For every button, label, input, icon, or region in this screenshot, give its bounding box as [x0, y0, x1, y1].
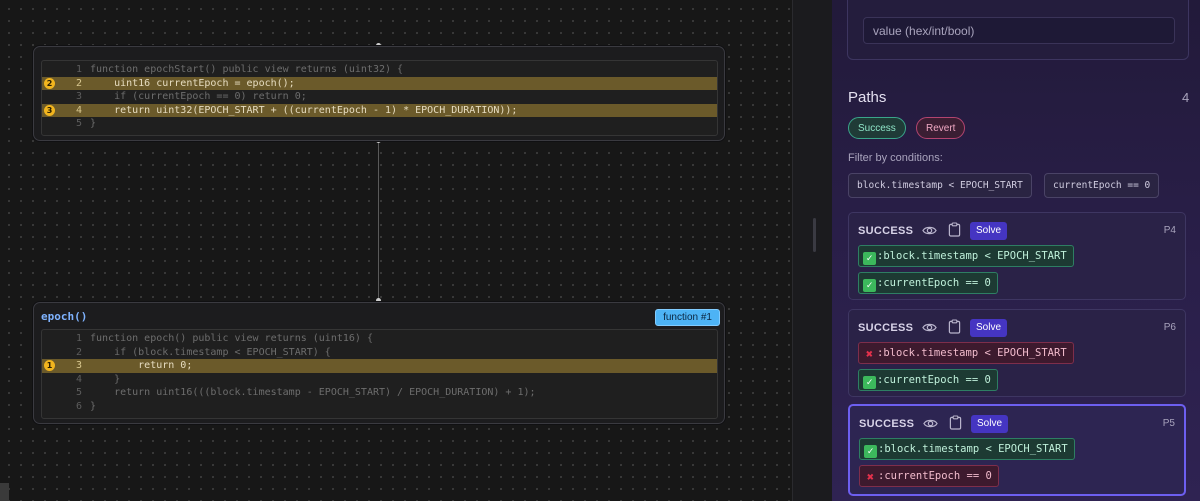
- path-id: P5: [1162, 418, 1175, 429]
- eye-icon[interactable]: [922, 223, 937, 238]
- condition-text: :currentEpoch == 0: [877, 374, 991, 386]
- step-marker: 3: [44, 104, 55, 116]
- code-text: return uint32(EPOCH_START + ((currentEpo…: [90, 104, 518, 116]
- paths-title: Paths: [848, 89, 887, 106]
- function-node-epoch[interactable]: epoch() function #1 1 function epoch() pu…: [33, 302, 725, 424]
- code-line: 4 }: [42, 373, 717, 387]
- step-marker: 1: [44, 360, 55, 371]
- line-number: 5: [75, 387, 82, 398]
- code-line: 6}: [42, 400, 717, 414]
- condition-text: :currentEpoch == 0: [878, 470, 992, 482]
- path-card-p6[interactable]: SUCCESS Solve P6 ✖:block.timestamp < EPOCH_…: [848, 309, 1186, 397]
- code-line: 5 return uint16(((block.timestamp - EPOC…: [42, 386, 717, 400]
- code-text: }: [90, 400, 97, 412]
- path-status: SUCCESS: [859, 418, 915, 430]
- solve-button[interactable]: Solve: [971, 415, 1009, 433]
- path-card-p5[interactable]: SUCCESS Solve P5 ✓:block.timestamp < EPOCH_…: [848, 404, 1186, 496]
- code-text: return 0;: [90, 360, 193, 371]
- code-text: return uint16(((block.timestamp - EPOCH_…: [90, 387, 536, 398]
- flow-canvas[interactable]: 1 function epochStart() public view retur…: [0, 0, 792, 501]
- revert-toggle[interactable]: Revert: [916, 117, 966, 139]
- condition-pass: ✓:block.timestamp < EPOCH_START: [858, 245, 1074, 267]
- condition-text: :block.timestamp < EPOCH_START: [877, 347, 1067, 359]
- code-line-highlighted: 34 return uint32(EPOCH_START + ((current…: [42, 103, 717, 117]
- check-icon: ✓: [863, 376, 876, 389]
- code-line: 5}: [42, 117, 717, 131]
- condition-text: :block.timestamp < EPOCH_START: [878, 443, 1068, 455]
- code-text: if (block.timestamp < EPOCH_START) {: [90, 346, 331, 358]
- check-icon: ✓: [863, 252, 876, 265]
- line-number: 1: [75, 333, 82, 344]
- code-line: 2 if (block.timestamp < EPOCH_START) {: [42, 346, 717, 360]
- code-line: 1 function epoch() public view returns (u…: [42, 332, 717, 346]
- line-number: 6: [75, 400, 82, 412]
- resize-handle[interactable]: [813, 218, 816, 252]
- code-text: }: [90, 118, 97, 129]
- solve-button[interactable]: Solve: [970, 319, 1008, 337]
- code-line-highlighted: 13 return 0;: [42, 359, 717, 373]
- clipboard-icon[interactable]: [948, 319, 961, 334]
- code-text: }: [90, 373, 121, 385]
- value-input[interactable]: value (hex/int/bool): [863, 17, 1175, 44]
- filter-chip-timestamp[interactable]: block.timestamp < EPOCH_START: [848, 173, 1032, 198]
- line-number: 1: [75, 64, 82, 75]
- line-number: 4: [75, 373, 82, 385]
- condition-pass: ✓:block.timestamp < EPOCH_START: [859, 438, 1075, 460]
- node-title: epoch(): [41, 310, 88, 323]
- path-status: SUCCESS: [858, 225, 914, 237]
- code-text: function epochStart() public view return…: [90, 64, 404, 75]
- flow-edge: [378, 140, 379, 301]
- canvas-corner: [0, 483, 9, 501]
- code-line: 3 if (currentEpoch == 0) return 0;: [42, 90, 717, 104]
- parameter-card: value (hex/int/bool): [847, 0, 1189, 60]
- code-block: 1 function epoch() public view returns (u…: [41, 329, 718, 419]
- condition-pass: ✓:currentEpoch == 0: [858, 272, 998, 294]
- path-id: P4: [1163, 225, 1176, 236]
- clipboard-icon[interactable]: [948, 222, 961, 237]
- code-line-highlighted: 22 uint16 currentEpoch = epoch();: [42, 76, 717, 90]
- eye-icon[interactable]: [922, 320, 937, 335]
- eye-icon[interactable]: [923, 416, 938, 431]
- filter-label: Filter by conditions:: [848, 152, 943, 164]
- code-text: if (currentEpoch == 0) return 0;: [90, 91, 307, 102]
- function-badge: function #1: [655, 309, 720, 326]
- condition-text: :block.timestamp < EPOCH_START: [877, 250, 1067, 262]
- paths-panel: value (hex/int/bool) Paths 4 Success Rev…: [832, 0, 1200, 501]
- condition-fail: ✖:block.timestamp < EPOCH_START: [858, 342, 1074, 364]
- clipboard-icon[interactable]: [949, 415, 962, 430]
- check-icon: ✓: [864, 445, 877, 458]
- line-number: 5: [75, 118, 82, 129]
- code-text: function epoch() public view returns (ui…: [90, 333, 373, 344]
- filter-chip-current-epoch[interactable]: currentEpoch == 0: [1044, 173, 1160, 198]
- condition-fail: ✖:currentEpoch == 0: [859, 465, 999, 487]
- check-icon: ✓: [863, 279, 876, 292]
- paths-count: 4: [1182, 90, 1190, 105]
- path-status: SUCCESS: [858, 322, 914, 334]
- condition-pass: ✓:currentEpoch == 0: [858, 369, 998, 391]
- cross-icon: ✖: [866, 470, 875, 484]
- code-block: 1 function epochStart() public view retur…: [41, 60, 718, 136]
- path-card-p4[interactable]: SUCCESS Solve P4 ✓:block.timestamp < EPOCH_…: [848, 212, 1186, 300]
- node-header: epoch() function #1: [34, 303, 724, 328]
- condition-text: :currentEpoch == 0: [877, 277, 991, 289]
- solve-button[interactable]: Solve: [970, 222, 1008, 240]
- step-marker: 2: [44, 77, 55, 89]
- code-line: 1 function epochStart() public view retur…: [42, 63, 717, 77]
- line-number: 3: [75, 91, 82, 102]
- cross-icon: ✖: [865, 347, 874, 361]
- line-number: 2: [75, 346, 82, 358]
- code-text: uint16 currentEpoch = epoch();: [90, 77, 295, 89]
- success-toggle[interactable]: Success: [848, 117, 906, 139]
- path-id: P6: [1163, 322, 1176, 333]
- function-node-epochstart[interactable]: 1 function epochStart() public view retur…: [33, 46, 725, 141]
